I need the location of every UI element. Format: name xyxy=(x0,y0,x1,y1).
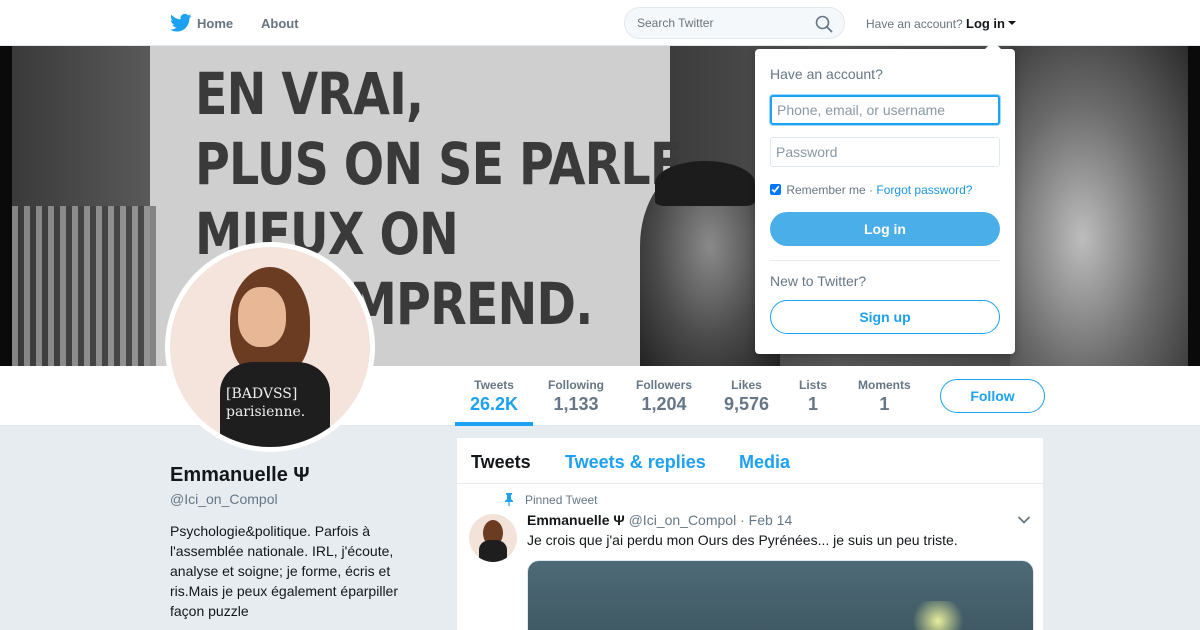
profile-avatar[interactable]: [BADVSS] parisienne. xyxy=(165,242,375,452)
stat-value: 9,576 xyxy=(724,394,770,414)
search-icon[interactable] xyxy=(815,15,833,33)
remember-me-label[interactable]: Remember me xyxy=(786,183,865,197)
login-dropdown: Have an account? Remember me · Forgot pa… xyxy=(755,41,1015,354)
dropdown-divider xyxy=(770,260,1000,261)
tab-tweets[interactable]: Tweets xyxy=(471,452,531,473)
stat-tweets[interactable]: Tweets 26.2K xyxy=(470,378,518,415)
twitter-bird-icon[interactable] xyxy=(170,13,192,33)
tweet-text: Je crois que j'ai perdu mon Ours des Pyr… xyxy=(527,532,958,548)
remember-row: Remember me · Forgot password? xyxy=(770,183,972,197)
stat-value: 1,133 xyxy=(553,394,599,414)
tweet-media-image[interactable] xyxy=(527,560,1034,630)
search-box[interactable] xyxy=(624,7,845,39)
profile-name[interactable]: Emmanuelle Ψ xyxy=(170,464,310,487)
stat-value: 1 xyxy=(879,394,890,414)
active-stat-underline xyxy=(455,422,533,426)
stat-lists[interactable]: Lists 1 xyxy=(799,378,827,415)
stat-label: Following xyxy=(548,378,604,392)
tweet-avatar[interactable] xyxy=(469,514,517,562)
tweet-header: Emmanuelle Ψ @Ici_on_Compol · Feb 14 xyxy=(527,512,792,528)
profile-bio: Psychologie&politique. Parfois à l'assem… xyxy=(170,523,398,619)
forgot-password-link[interactable]: Forgot password? xyxy=(876,183,972,197)
stat-moments[interactable]: Moments 1 xyxy=(858,378,911,415)
username-field[interactable] xyxy=(770,95,1000,125)
remember-separator: · xyxy=(869,183,874,197)
pinned-tweet-label: Pinned Tweet xyxy=(525,493,598,507)
tweet-author-name[interactable]: Emmanuelle Ψ xyxy=(527,512,625,528)
stat-label: Lists xyxy=(799,378,828,392)
tab-media[interactable]: Media xyxy=(739,452,790,473)
timeline: Tweets Tweets & replies Media Pinned Twe… xyxy=(456,437,1044,630)
stat-following[interactable]: Following 1,133 xyxy=(548,378,604,415)
remember-me-checkbox[interactable] xyxy=(770,184,781,195)
nav-home-link[interactable]: Home xyxy=(197,16,233,31)
banner-text-line: PLUS ON SE PARLE, xyxy=(195,130,700,198)
avatar-shirt-text: parisienne. xyxy=(226,404,306,421)
timeline-tabs: Tweets Tweets & replies Media xyxy=(457,438,1043,484)
nav-about-link[interactable]: About xyxy=(261,16,299,31)
chevron-down-icon[interactable] xyxy=(1017,515,1031,525)
stat-label: Moments xyxy=(858,378,911,392)
banner-right-figure xyxy=(1010,46,1190,366)
stat-label: Followers xyxy=(636,378,693,392)
login-menu-link[interactable]: Log in xyxy=(966,16,1005,31)
tweet-author-handle[interactable]: @Ici_on_Compol xyxy=(629,512,737,528)
avatar-shirt-text: [BADVSS] xyxy=(226,386,298,402)
new-to-twitter-text: New to Twitter? xyxy=(770,273,867,289)
stat-followers[interactable]: Followers 1,204 xyxy=(636,378,692,415)
stat-label: Tweets xyxy=(474,378,514,392)
password-field[interactable] xyxy=(770,137,1000,167)
stat-label: Likes xyxy=(731,378,762,392)
tab-tweets-replies[interactable]: Tweets & replies xyxy=(565,452,706,473)
stat-value: 1 xyxy=(808,394,819,414)
stat-value: 1,204 xyxy=(641,394,687,414)
have-account-text: Have an account? xyxy=(866,17,963,31)
search-input[interactable] xyxy=(625,8,805,38)
profile-handle[interactable]: @Ici_on_Compol xyxy=(170,491,278,507)
caret-down-icon[interactable] xyxy=(1008,21,1016,25)
login-button[interactable]: Log in xyxy=(770,212,1000,246)
top-nav: Home About Have an account? Log in xyxy=(0,0,1200,46)
pin-icon xyxy=(505,493,513,506)
stat-value: 26.2K xyxy=(470,394,519,414)
tweet-separator: · xyxy=(740,512,745,528)
tweet-date[interactable]: Feb 14 xyxy=(749,512,793,528)
stat-likes[interactable]: Likes 9,576 xyxy=(724,378,769,415)
follow-button[interactable]: Follow xyxy=(940,379,1045,413)
dropdown-title: Have an account? xyxy=(770,66,883,82)
signup-button[interactable]: Sign up xyxy=(770,300,1000,334)
banner-text-line: EN VRAI, xyxy=(195,60,424,128)
